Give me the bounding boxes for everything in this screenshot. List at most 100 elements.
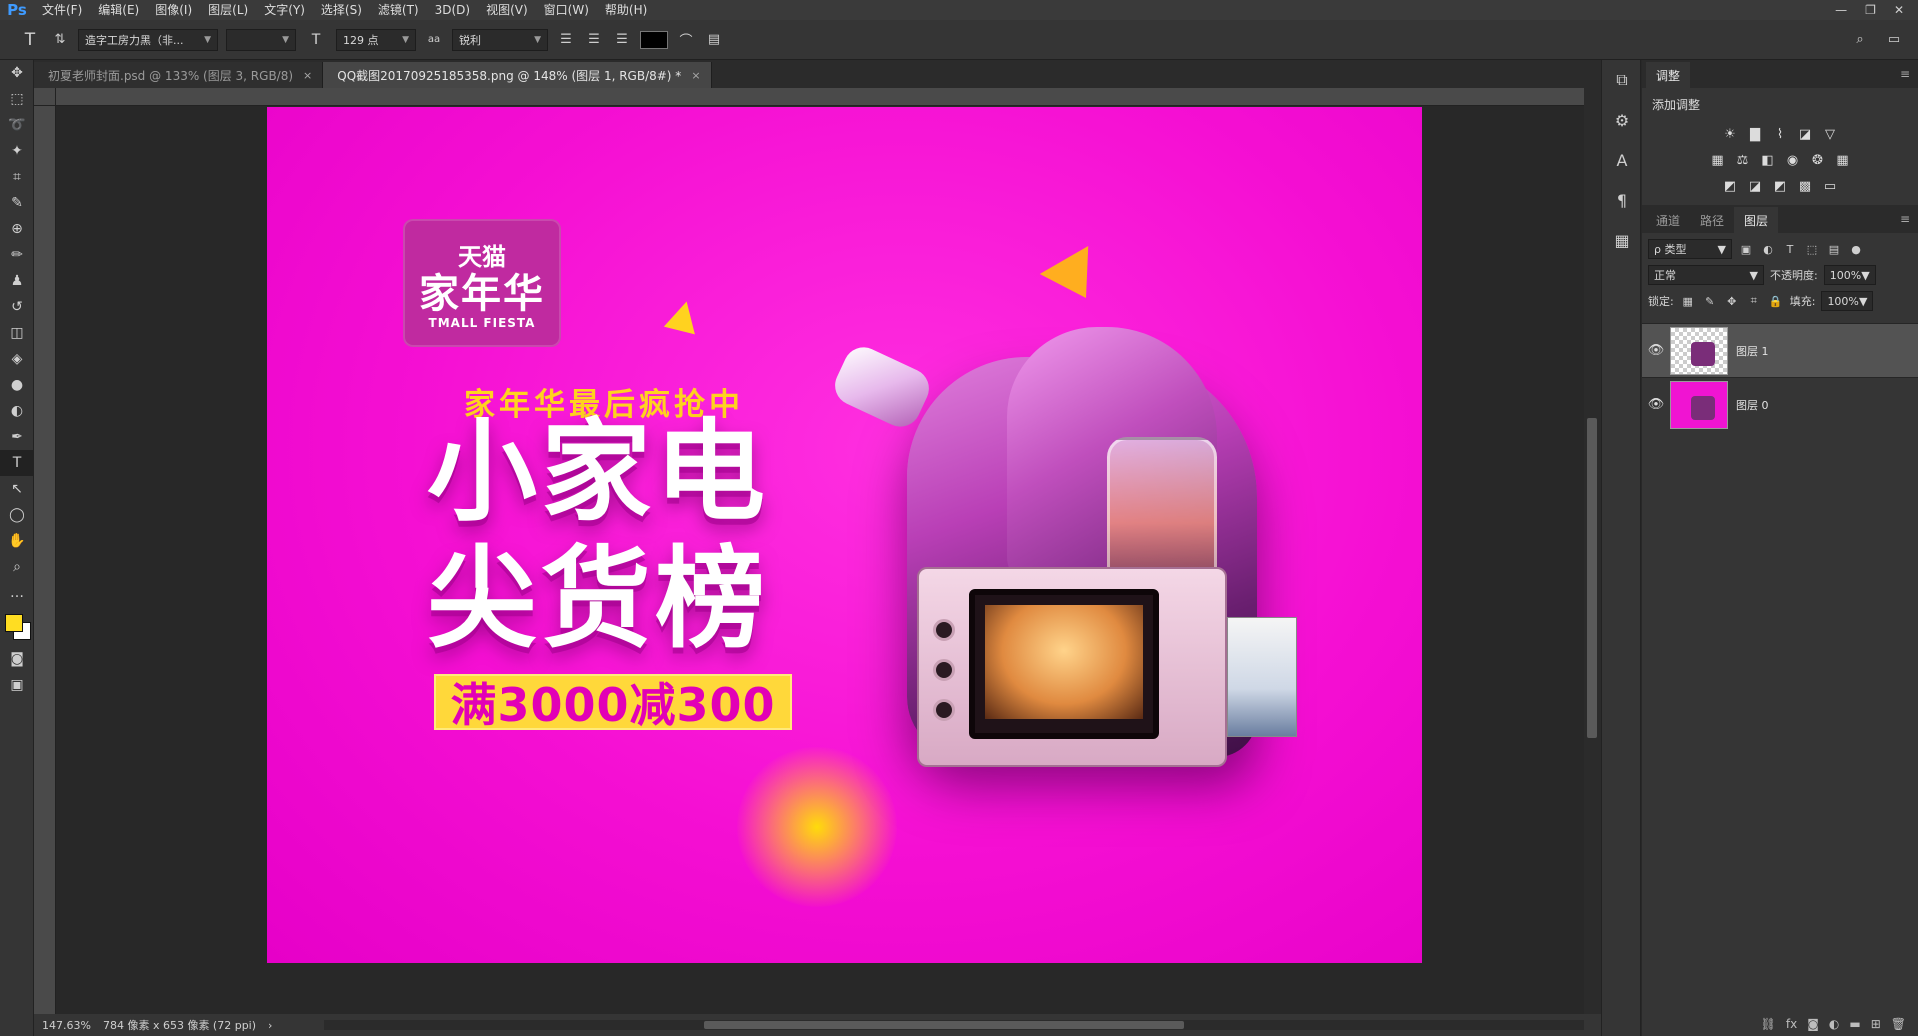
move-tool-icon[interactable]: ✥ bbox=[0, 60, 34, 86]
pen-tool-icon[interactable]: ✒ bbox=[0, 424, 34, 450]
lasso-tool-icon[interactable]: ➰ bbox=[0, 112, 34, 138]
menu-file[interactable]: 文件(F) bbox=[34, 0, 90, 20]
fx-icon[interactable]: fx bbox=[1786, 1017, 1797, 1031]
filter-adjustment-icon[interactable]: ◐ bbox=[1760, 241, 1776, 257]
libraries-panel-icon[interactable]: ▦ bbox=[1602, 220, 1642, 260]
warp-text-icon[interactable]: ⌒ bbox=[676, 30, 696, 50]
screen-mode-icon[interactable]: ▣ bbox=[0, 672, 34, 698]
vertical-scroll-thumb[interactable] bbox=[1587, 418, 1597, 738]
foreground-color-swatch[interactable] bbox=[5, 614, 23, 632]
opacity-field[interactable]: 100% ▼ bbox=[1823, 265, 1876, 285]
align-left-icon[interactable]: ☰ bbox=[556, 30, 576, 50]
eye-icon[interactable]: 👁 bbox=[1642, 343, 1670, 358]
lock-artboard-icon[interactable]: ⌗ bbox=[1746, 293, 1762, 309]
link-icon[interactable]: ⛓ bbox=[1761, 1017, 1776, 1031]
tab-document-1[interactable]: 初夏老师封面.psd @ 133% (图层 3, RGB/8) × bbox=[34, 62, 324, 88]
gradient-map-icon[interactable]: ▭ bbox=[1822, 178, 1838, 194]
quick-mask-icon[interactable]: ◙ bbox=[0, 646, 34, 672]
eraser-tool-icon[interactable]: ◫ bbox=[0, 320, 34, 346]
trash-icon[interactable]: 🗑 bbox=[1891, 1017, 1906, 1031]
close-icon[interactable]: × bbox=[303, 69, 312, 82]
history-panel-icon[interactable]: ⧉ bbox=[1602, 60, 1642, 100]
panel-menu-icon[interactable]: ≡ bbox=[1900, 67, 1910, 81]
filter-pixel-icon[interactable]: ▣ bbox=[1738, 241, 1754, 257]
invert-icon[interactable]: ◩ bbox=[1722, 178, 1738, 194]
more-tools-icon[interactable]: … bbox=[0, 580, 34, 606]
align-center-icon[interactable]: ☰ bbox=[584, 30, 604, 50]
path-select-icon[interactable]: ↖ bbox=[0, 476, 34, 502]
tab-adjustments[interactable]: 调整 bbox=[1646, 62, 1691, 88]
tab-document-2[interactable]: QQ截图20170925185358.png @ 148% (图层 1, RGB… bbox=[323, 62, 712, 88]
filter-toggle-icon[interactable]: ● bbox=[1848, 241, 1864, 257]
antialias-select[interactable]: 锐利 ▼ bbox=[452, 28, 548, 51]
hand-tool-icon[interactable]: ✋ bbox=[0, 528, 34, 554]
tab-paths[interactable]: 路径 bbox=[1690, 207, 1734, 233]
lock-transparency-icon[interactable]: ▦ bbox=[1680, 293, 1696, 309]
menu-edit[interactable]: 编辑(E) bbox=[90, 0, 147, 20]
threshold-icon[interactable]: ◩ bbox=[1772, 178, 1788, 194]
minimize-icon[interactable]: — bbox=[1835, 3, 1847, 17]
healing-brush-icon[interactable]: ⊕ bbox=[0, 216, 34, 242]
eye-icon[interactable]: 👁 bbox=[1642, 397, 1670, 412]
vertical-scrollbar[interactable] bbox=[1584, 88, 1601, 1014]
menu-3d[interactable]: 3D(D) bbox=[427, 0, 478, 20]
adjustment-icon[interactable]: ◐ bbox=[1829, 1017, 1839, 1031]
marquee-tool-icon[interactable]: ⬚ bbox=[0, 86, 34, 112]
fill-field[interactable]: 100% ▼ bbox=[1821, 291, 1874, 311]
character-panel-icon[interactable]: ▤ bbox=[704, 30, 724, 50]
close-icon[interactable]: ✕ bbox=[1894, 3, 1904, 17]
channel-mixer-icon[interactable]: ❂ bbox=[1810, 152, 1826, 168]
layer-name[interactable]: 图层 1 bbox=[1736, 343, 1769, 359]
zoom-tool-icon[interactable]: ⌕ bbox=[0, 554, 34, 580]
blur-tool-icon[interactable]: ● bbox=[0, 372, 34, 398]
blend-mode-select[interactable]: 正常 ▼ bbox=[1648, 265, 1764, 285]
vertical-ruler[interactable] bbox=[34, 106, 56, 1014]
brush-tool-icon[interactable]: ✏ bbox=[0, 242, 34, 268]
stamp-tool-icon[interactable]: ♟ bbox=[0, 268, 34, 294]
curves-icon[interactable]: ⌇ bbox=[1772, 126, 1788, 142]
crop-tool-icon[interactable]: ⌗ bbox=[0, 164, 34, 190]
font-size-select[interactable]: 129 点 ▼ bbox=[336, 28, 416, 51]
layer-row[interactable]: 👁 图层 1 bbox=[1642, 323, 1918, 377]
posterize-icon[interactable]: ◪ bbox=[1747, 178, 1763, 194]
menu-select[interactable]: 选择(S) bbox=[313, 0, 370, 20]
color-lookup-icon[interactable]: ▦ bbox=[1835, 152, 1851, 168]
canvas-area[interactable]: 天猫 家年华 TMALL FIESTA 家年华最后疯抢中 小家电 尖货榜 满30… bbox=[57, 107, 1584, 1014]
zoom-level[interactable]: 147.63% bbox=[42, 1019, 91, 1032]
filter-shape-icon[interactable]: ⬚ bbox=[1804, 241, 1820, 257]
chevron-right-icon[interactable]: › bbox=[268, 1019, 272, 1032]
menu-layer[interactable]: 图层(L) bbox=[200, 0, 256, 20]
magic-wand-icon[interactable]: ✦ bbox=[0, 138, 34, 164]
ellipse-tool-icon[interactable]: ◯ bbox=[0, 502, 34, 528]
horizontal-scrollbar[interactable] bbox=[324, 1020, 1584, 1030]
paragraph-panel-icon[interactable]: ¶ bbox=[1602, 180, 1642, 220]
lock-position-icon[interactable]: ✥ bbox=[1724, 293, 1740, 309]
menu-type[interactable]: 文字(Y) bbox=[256, 0, 313, 20]
filter-type-icon[interactable]: T bbox=[1782, 241, 1798, 257]
paint-bucket-icon[interactable]: ◈ bbox=[0, 346, 34, 372]
menu-window[interactable]: 窗口(W) bbox=[536, 0, 597, 20]
tab-layers[interactable]: 图层 bbox=[1734, 207, 1779, 233]
type-tool-icon[interactable]: T bbox=[0, 450, 34, 476]
menu-filter[interactable]: 滤镜(T) bbox=[370, 0, 427, 20]
layer-row[interactable]: 👁 图层 0 bbox=[1642, 377, 1918, 431]
brightness-icon[interactable]: ☀ bbox=[1722, 126, 1738, 142]
new-layer-icon[interactable]: ⊞ bbox=[1871, 1017, 1881, 1031]
layer-filter-select[interactable]: ρ 类型 ▼ bbox=[1648, 239, 1732, 259]
horizontal-scroll-thumb[interactable] bbox=[704, 1021, 1184, 1029]
restore-icon[interactable]: ❐ bbox=[1865, 3, 1876, 17]
vibrance-icon[interactable]: ▽ bbox=[1822, 126, 1838, 142]
menu-help[interactable]: 帮助(H) bbox=[597, 0, 655, 20]
tab-channels[interactable]: 通道 bbox=[1646, 207, 1690, 233]
color-balance-icon[interactable]: ⚖ bbox=[1735, 152, 1751, 168]
font-family-select[interactable]: 造字工房力黑（非... ▼ bbox=[78, 28, 218, 51]
folder-icon[interactable]: ▬ bbox=[1849, 1017, 1860, 1031]
workspace-icon[interactable]: ▭ bbox=[1884, 30, 1904, 50]
panel-menu-icon[interactable]: ≡ bbox=[1900, 212, 1910, 226]
properties-panel-icon[interactable]: ⚙ bbox=[1602, 100, 1642, 140]
type-tool-preset-icon[interactable]: T bbox=[18, 30, 42, 50]
text-orientation-icon[interactable]: ⇅ bbox=[50, 30, 70, 50]
mask-icon[interactable]: ◙ bbox=[1807, 1017, 1819, 1031]
menu-image[interactable]: 图像(I) bbox=[147, 0, 200, 20]
eyedropper-icon[interactable]: ✎ bbox=[0, 190, 34, 216]
